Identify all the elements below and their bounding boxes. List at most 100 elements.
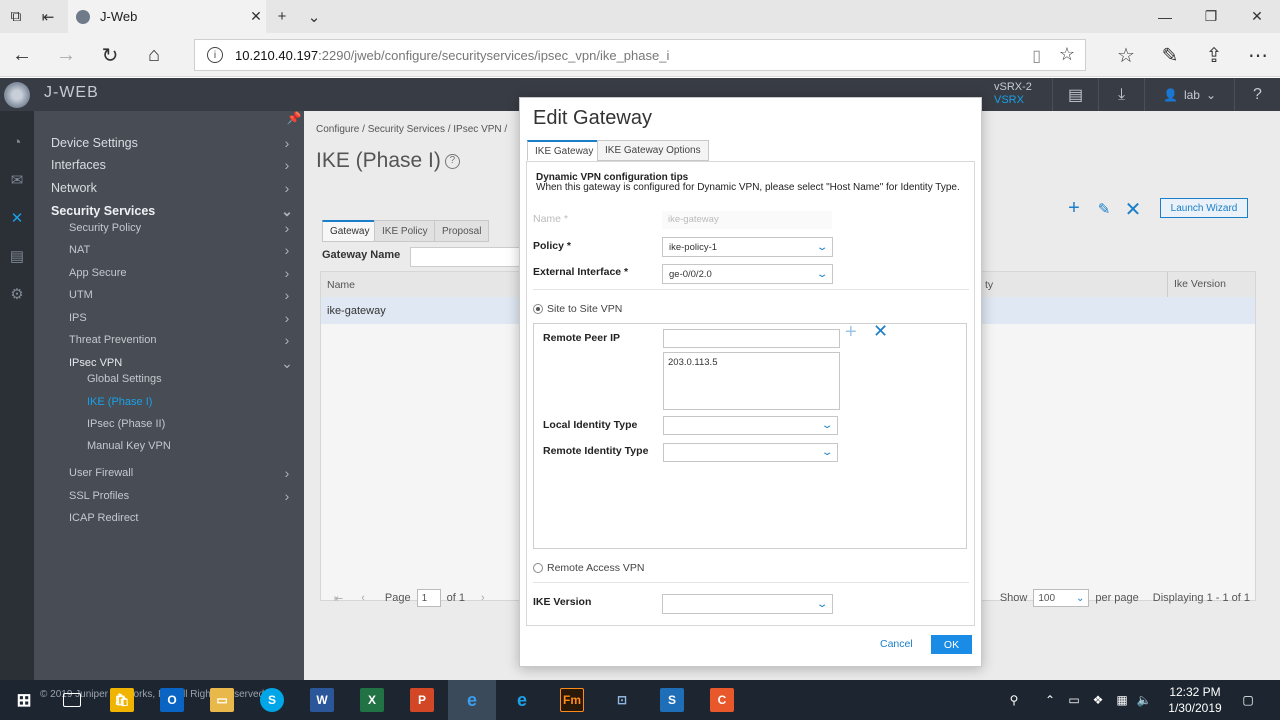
column-header-name[interactable]: Name bbox=[327, 279, 355, 291]
cancel-button[interactable]: Cancel bbox=[880, 638, 913, 650]
snagit-icon[interactable]: S bbox=[648, 680, 696, 720]
add-peer-icon[interactable]: + bbox=[845, 321, 863, 344]
browser-tab-jweb[interactable]: J-Web ✕ bbox=[68, 0, 266, 33]
local-identity-type-select[interactable]: ⌄ bbox=[663, 416, 838, 435]
policy-select[interactable]: ike-policy-1 ⌄ bbox=[662, 237, 833, 257]
settings-gear-icon[interactable]: ⚙ bbox=[0, 279, 34, 309]
ok-button[interactable]: OK bbox=[931, 635, 972, 654]
commit-download-icon[interactable]: ⤓ bbox=[1098, 78, 1144, 111]
first-page-icon[interactable]: ⇤ bbox=[334, 592, 343, 605]
new-tab-icon[interactable]: + bbox=[266, 0, 298, 33]
camtasia-icon[interactable]: C bbox=[698, 680, 746, 720]
sidebar-item-security-policy[interactable]: Security Policy › bbox=[34, 218, 304, 238]
sidebar-item-device-settings[interactable]: Device Settings › bbox=[34, 133, 304, 153]
external-interface-select[interactable]: ge-0/0/2.0 ⌄ bbox=[662, 264, 833, 284]
tab-close-icon[interactable]: ✕ bbox=[246, 8, 266, 25]
tab-gateway[interactable]: Gateway bbox=[322, 220, 378, 242]
messages-icon[interactable]: ▤ bbox=[1052, 78, 1098, 111]
help-question-icon[interactable]: ? bbox=[444, 153, 460, 169]
task-view-icon[interactable] bbox=[48, 680, 96, 720]
remote-access-radio[interactable]: Remote Access VPN bbox=[533, 560, 644, 574]
list-item[interactable]: 203.0.113.5 bbox=[668, 357, 835, 368]
taskbar-clock[interactable]: 12:32 PM 1/30/2019 bbox=[1150, 684, 1240, 716]
tab-list-chevron-icon[interactable]: ⌄ bbox=[298, 0, 330, 33]
sidebar-item-ssl-profiles[interactable]: SSL Profiles › bbox=[34, 486, 304, 506]
excel-icon[interactable]: X bbox=[348, 680, 396, 720]
configure-icon[interactable]: ✕ bbox=[0, 203, 34, 233]
remote-peer-ip-input[interactable] bbox=[663, 329, 840, 348]
sidebar-item-user-firewall[interactable]: User Firewall › bbox=[34, 463, 304, 483]
tab-ike-gateway-options[interactable]: IKE Gateway Options bbox=[597, 140, 709, 161]
powerpoint-icon[interactable]: P bbox=[398, 680, 446, 720]
network-icon[interactable]: ▦ bbox=[1110, 680, 1134, 720]
edit-pencil-icon[interactable]: ✎ bbox=[1091, 200, 1117, 222]
back-icon[interactable]: ← bbox=[0, 33, 44, 77]
notifications-icon[interactable]: ▢ bbox=[1236, 680, 1260, 720]
gateway-name-filter-input[interactable] bbox=[410, 247, 520, 267]
tabs-aside-icon[interactable]: ⇤ bbox=[32, 0, 64, 33]
file-explorer-icon[interactable]: ▭ bbox=[198, 680, 246, 720]
home-icon[interactable]: ⌂ bbox=[132, 33, 176, 77]
help-icon[interactable]: ? bbox=[1234, 78, 1280, 111]
dropbox-icon[interactable]: ❖ bbox=[1086, 680, 1110, 720]
sidebar-item-manual-key-vpn[interactable]: Manual Key VPN bbox=[34, 436, 304, 456]
ike-version-select[interactable]: ⌄ bbox=[662, 594, 833, 614]
column-header-ike-version[interactable]: Ike Version bbox=[1167, 272, 1226, 297]
remove-peer-icon[interactable]: ✕ bbox=[873, 321, 891, 342]
sidebar-item-utm[interactable]: UTM › bbox=[34, 285, 304, 305]
sidebar-item-ipsec-phase-2[interactable]: IPsec (Phase II) bbox=[34, 414, 304, 434]
battery-icon[interactable]: ▭ bbox=[1062, 680, 1086, 720]
minimize-icon[interactable]: — bbox=[1142, 0, 1188, 33]
remote-peer-list[interactable]: 203.0.113.5 bbox=[663, 352, 840, 410]
next-page-icon[interactable]: › bbox=[481, 592, 485, 604]
favorites-hub-icon[interactable]: ☆ bbox=[1104, 33, 1148, 77]
pin-icon[interactable]: 📌 bbox=[284, 111, 304, 129]
reading-view-icon[interactable]: ▯ bbox=[1032, 46, 1041, 66]
outlook-icon[interactable]: O bbox=[148, 680, 196, 720]
edge-icon[interactable]: e bbox=[448, 680, 496, 720]
sidebar-item-nat[interactable]: NAT › bbox=[34, 240, 304, 260]
column-header-identity[interactable]: ty bbox=[985, 279, 993, 291]
sidebar-item-interfaces[interactable]: Interfaces › bbox=[34, 155, 304, 175]
tab-ike-policy[interactable]: IKE Policy bbox=[374, 220, 436, 242]
monitor-icon[interactable]: ✉ bbox=[0, 165, 34, 195]
store-icon[interactable]: 🛍 bbox=[98, 680, 146, 720]
site-info-icon[interactable]: i bbox=[207, 47, 223, 63]
sidebar-item-threat-prevention[interactable]: Threat Prevention › bbox=[34, 330, 304, 350]
tab-preview-icon[interactable]: ⧉ bbox=[0, 0, 32, 33]
internet-explorer-icon[interactable]: e bbox=[498, 680, 546, 720]
delete-x-icon[interactable]: ✕ bbox=[1120, 197, 1146, 221]
sidebar-item-ips[interactable]: IPS › bbox=[34, 308, 304, 328]
launch-wizard-button[interactable]: Launch Wizard bbox=[1160, 198, 1248, 218]
reports-icon[interactable]: ▤ bbox=[0, 241, 34, 271]
window-close-icon[interactable]: ✕ bbox=[1234, 0, 1280, 33]
prev-page-icon[interactable]: ‹ bbox=[361, 592, 365, 604]
user-menu[interactable]: 👤 lab ⌄ bbox=[1144, 78, 1234, 111]
dashboard-icon[interactable]: ◔ bbox=[0, 127, 34, 157]
url-field[interactable]: i 10.210.40.197:2290/jweb/configure/secu… bbox=[194, 39, 1086, 71]
start-windows-icon[interactable]: ⊞ bbox=[0, 680, 48, 720]
framemaker-icon[interactable]: Fm bbox=[548, 680, 596, 720]
sidebar-item-global-settings[interactable]: Global Settings bbox=[34, 369, 304, 389]
word-icon[interactable]: W bbox=[298, 680, 346, 720]
tab-ike-gateway[interactable]: IKE Gateway bbox=[527, 140, 602, 161]
sidebar-item-network[interactable]: Network › bbox=[34, 178, 304, 198]
favorite-star-icon[interactable]: ☆ bbox=[1059, 44, 1075, 65]
page-number-input[interactable]: 1 bbox=[416, 589, 441, 607]
tab-proposal[interactable]: Proposal bbox=[434, 220, 490, 242]
people-icon[interactable]: ⚲ bbox=[1002, 680, 1026, 720]
network-tool-icon[interactable]: ⊡ bbox=[598, 680, 646, 720]
skype-icon[interactable]: S bbox=[248, 680, 296, 720]
breadcrumb[interactable]: Configure / Security Services / IPsec VP… bbox=[316, 124, 507, 135]
forward-icon[interactable]: → bbox=[44, 33, 88, 77]
refresh-icon[interactable]: ↻ bbox=[88, 33, 132, 77]
restore-icon[interactable]: ❐ bbox=[1188, 0, 1234, 33]
add-icon[interactable]: + bbox=[1061, 197, 1087, 219]
sidebar-item-ike-phase-1[interactable]: IKE (Phase I) bbox=[34, 392, 304, 412]
sidebar-item-icap-redirect[interactable]: ICAP Redirect bbox=[34, 508, 304, 528]
sidebar-item-app-secure[interactable]: App Secure › bbox=[34, 263, 304, 283]
share-icon[interactable]: ⇪ bbox=[1192, 33, 1236, 77]
remote-identity-type-select[interactable]: ⌄ bbox=[663, 443, 838, 462]
more-menu-icon[interactable]: ⋯ bbox=[1236, 33, 1280, 77]
pen-notes-icon[interactable]: ✎ bbox=[1148, 33, 1192, 77]
